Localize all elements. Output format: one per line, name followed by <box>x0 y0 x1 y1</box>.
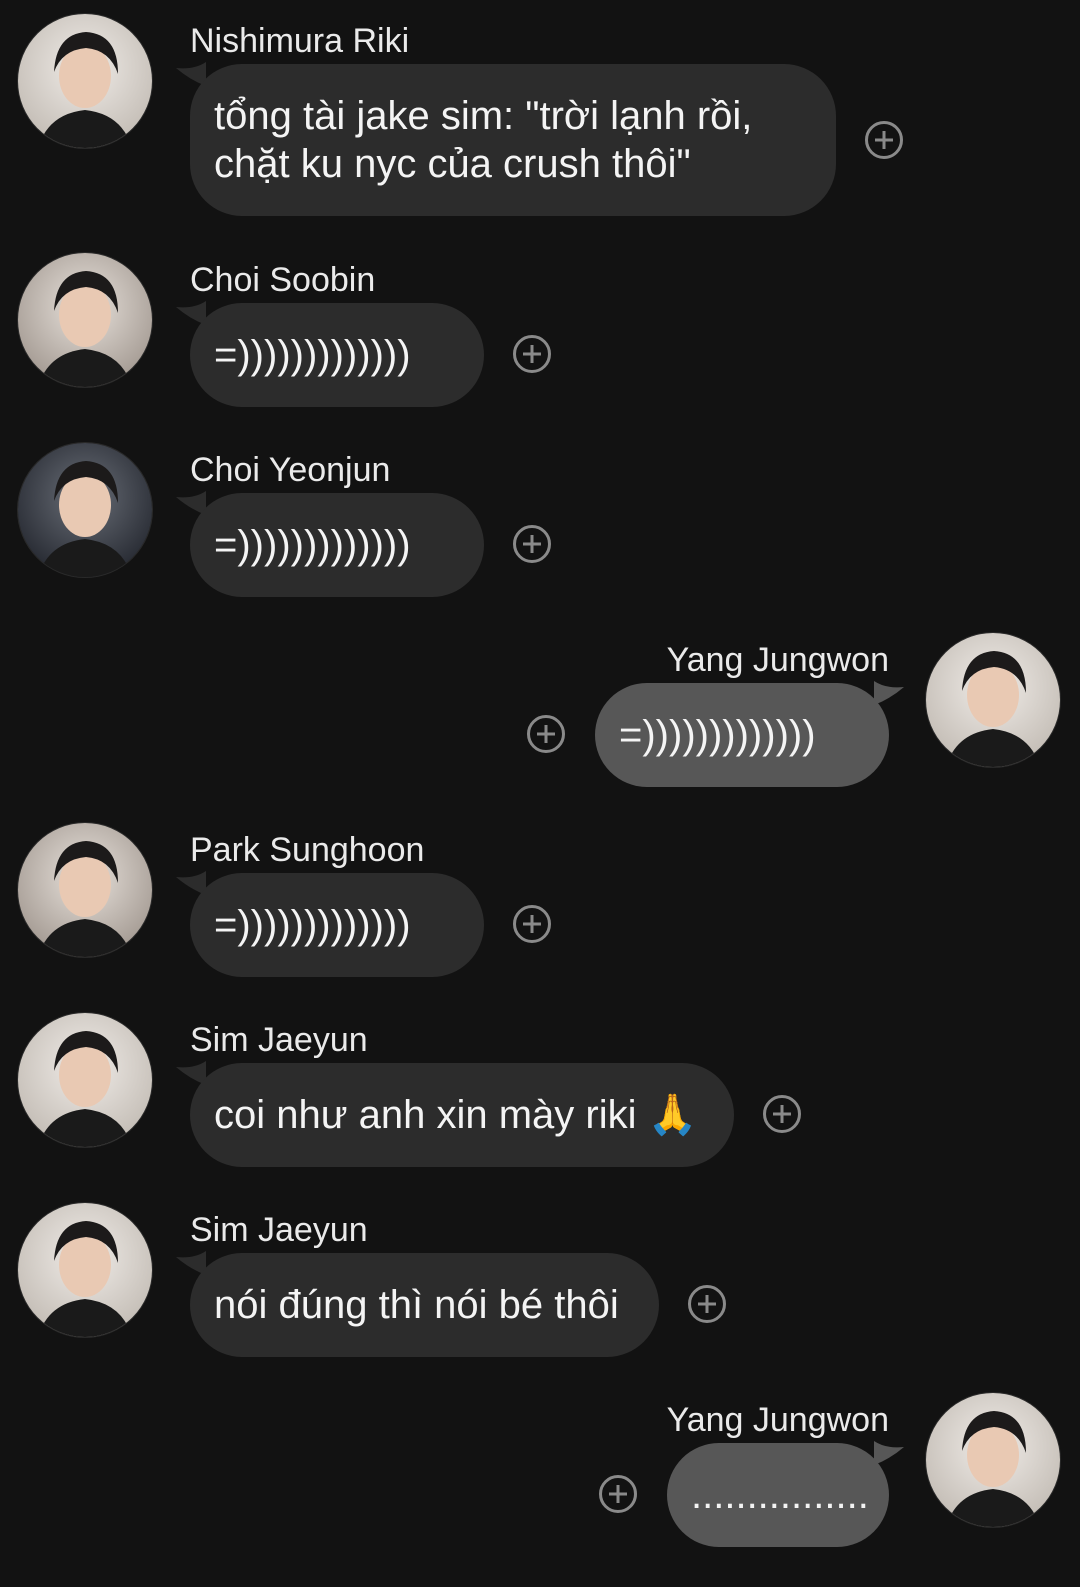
avatar-image <box>926 633 1060 767</box>
avatar[interactable] <box>18 823 152 957</box>
message-text: coi như anh xin mày riki 🙏 <box>214 1093 698 1137</box>
add-reaction-icon[interactable] <box>527 715 565 753</box>
add-reaction-icon[interactable] <box>599 1475 637 1513</box>
message-bubble[interactable]: tổng tài jake sim: "trời lạnh rồi, chặt … <box>190 64 836 216</box>
add-reaction-icon[interactable] <box>513 335 551 373</box>
avatar[interactable] <box>926 633 1060 767</box>
sender-name: Sim Jaeyun <box>190 1211 368 1249</box>
add-reaction-icon[interactable] <box>688 1285 726 1323</box>
message-text: tổng tài jake sim: "trời lạnh rồi, chặt … <box>214 94 753 186</box>
sender-name: Park Sunghoon <box>190 831 425 869</box>
message-text: =))))))))))))) <box>619 713 816 757</box>
message-bubble[interactable]: =))))))))))))) <box>595 683 889 787</box>
sender-name: Yang Jungwon <box>666 1401 889 1439</box>
avatar[interactable] <box>18 1203 152 1337</box>
bubble-tail <box>874 681 904 705</box>
avatar-image <box>18 1203 152 1337</box>
avatar[interactable] <box>18 443 152 577</box>
avatar[interactable] <box>926 1393 1060 1527</box>
message-text: ................ <box>691 1473 869 1517</box>
avatar[interactable] <box>18 1013 152 1147</box>
add-reaction-icon[interactable] <box>865 121 903 159</box>
add-reaction-icon[interactable] <box>763 1095 801 1133</box>
sender-name: Sim Jaeyun <box>190 1021 368 1059</box>
avatar-image <box>926 1393 1060 1527</box>
message-bubble[interactable]: =))))))))))))) <box>190 303 484 407</box>
add-reaction-icon[interactable] <box>513 525 551 563</box>
sender-name: Yang Jungwon <box>666 641 889 679</box>
message-bubble[interactable]: ................ <box>667 1443 889 1547</box>
message-bubble[interactable]: =))))))))))))) <box>190 873 484 977</box>
avatar-image <box>18 253 152 387</box>
message-bubble[interactable]: coi như anh xin mày riki 🙏 <box>190 1063 734 1167</box>
sender-name: Choi Yeonjun <box>190 451 391 489</box>
avatar-image <box>18 823 152 957</box>
avatar[interactable] <box>18 253 152 387</box>
avatar[interactable] <box>18 14 152 148</box>
message-bubble[interactable]: =))))))))))))) <box>190 493 484 597</box>
message-text: =))))))))))))) <box>214 903 411 947</box>
message-bubble[interactable]: nói đúng thì nói bé thôi <box>190 1253 659 1357</box>
message-row: Nishimura Riki tổng tài jake sim: "trời … <box>0 0 1080 230</box>
message-text: =))))))))))))) <box>214 333 411 377</box>
add-reaction-icon[interactable] <box>513 905 551 943</box>
message-text: =))))))))))))) <box>214 523 411 567</box>
bubble-tail <box>874 1441 904 1465</box>
avatar-image <box>18 1013 152 1147</box>
message-text: nói đúng thì nói bé thôi <box>214 1283 619 1327</box>
avatar-image <box>18 14 152 148</box>
avatar-image <box>18 443 152 577</box>
sender-name: Nishimura Riki <box>190 22 410 60</box>
sender-name: Choi Soobin <box>190 261 376 299</box>
